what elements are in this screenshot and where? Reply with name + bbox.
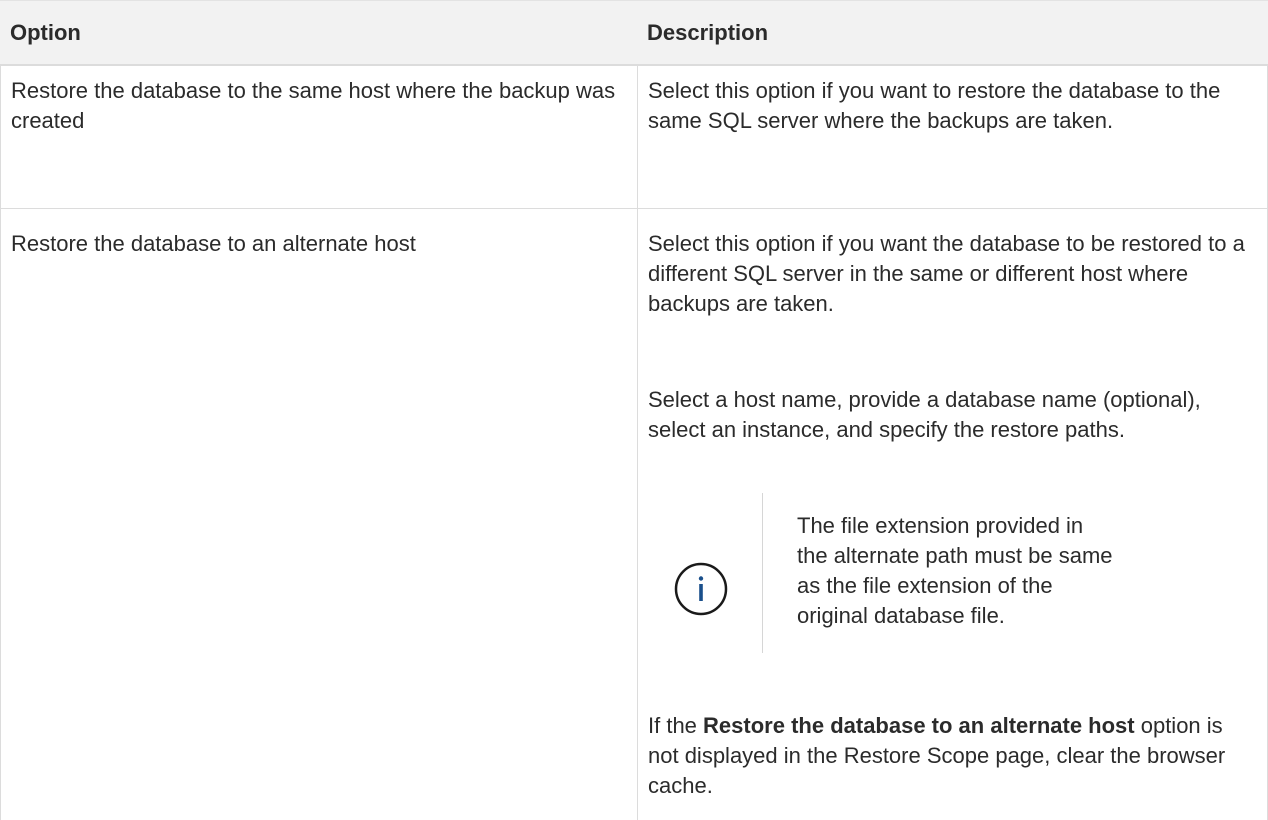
description-paragraph: Select this option if you want the datab… xyxy=(648,231,1245,316)
description-paragraph: If the Restore the database to an altern… xyxy=(648,711,1253,801)
description-paragraph: Select a host name, provide a database n… xyxy=(648,387,1201,442)
option-cell: Restore the database to the same host wh… xyxy=(0,66,637,208)
info-note: The file extension provided in the alter… xyxy=(638,493,1258,689)
column-header-option: Option xyxy=(10,20,81,45)
table-row: Restore the database to an alternate hos… xyxy=(0,209,1268,820)
option-text: Restore the database to an alternate hos… xyxy=(11,231,416,256)
table-row: Restore the database to the same host wh… xyxy=(0,66,1268,209)
table-header-row: Option Description xyxy=(0,1,1268,66)
description-cell: Select this option if you want the datab… xyxy=(637,209,1268,820)
description-text: Select this option if you want to restor… xyxy=(648,78,1221,133)
note-text: The file extension provided in the alter… xyxy=(797,513,1113,628)
column-header-description: Description xyxy=(647,20,769,45)
info-icon xyxy=(673,561,729,617)
p4-bold-option-name: Restore the database to an alternate hos… xyxy=(703,713,1135,738)
description-cell: Select this option if you want to restor… xyxy=(637,66,1268,208)
option-cell: Restore the database to an alternate hos… xyxy=(0,209,637,820)
note-divider xyxy=(762,493,763,653)
options-table: Option Description Restore the database … xyxy=(0,0,1268,820)
option-text: Restore the database to the same host wh… xyxy=(11,78,616,133)
p4-pre: If the xyxy=(648,713,704,738)
